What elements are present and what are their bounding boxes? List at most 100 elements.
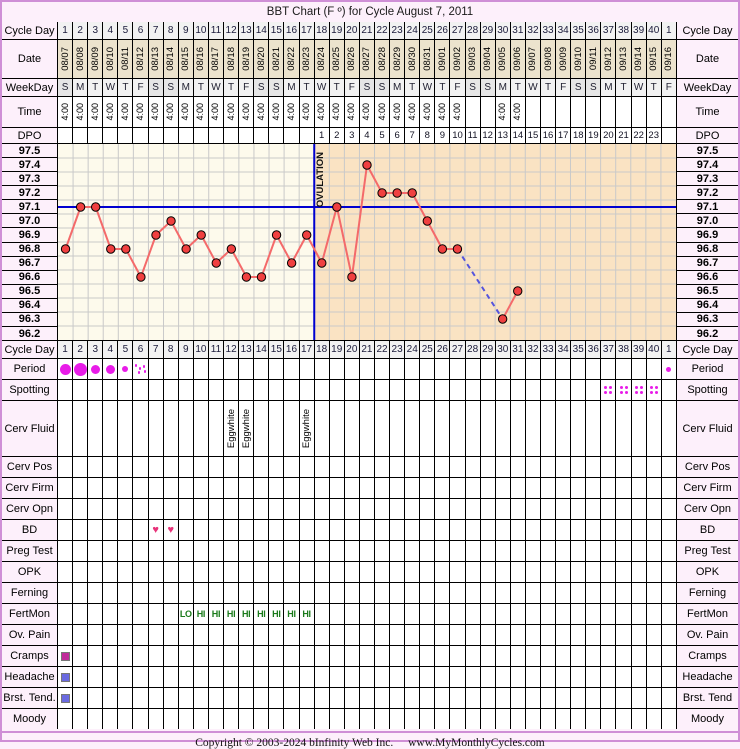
preg-test-cell[interactable] [495,541,511,561]
dpo-cell[interactable]: 13 [495,128,511,143]
dpo-cell[interactable]: 21 [616,128,632,143]
bd-cell[interactable] [495,520,511,540]
cramps-cell[interactable] [163,646,179,666]
brst-tend-cell[interactable] [495,688,511,708]
dpo-cell[interactable] [58,128,74,143]
weekday-cell[interactable]: T [193,79,209,96]
cramps-cell[interactable] [465,646,481,666]
brst-tend-cell[interactable] [390,688,406,708]
preg-test-cell[interactable] [88,541,104,561]
cerv-opn-cell[interactable] [329,499,345,519]
dpo-cell[interactable]: 4 [359,128,375,143]
brst-tend-cell[interactable] [193,688,209,708]
ov-pain-cell[interactable] [299,625,315,645]
brst-tend-cell[interactable] [510,688,526,708]
time-cell[interactable] [646,97,662,127]
dpo-cell[interactable] [208,128,225,143]
opk-cell[interactable] [329,562,345,582]
cerv-pos-cell[interactable] [525,457,541,477]
brst-tend-cell[interactable] [646,688,662,708]
spotting-cell[interactable] [299,380,315,400]
fertmon-cell[interactable]: HI [269,604,285,624]
date-cell[interactable]: 09/06 [510,40,526,78]
preg-test-cell[interactable] [148,541,164,561]
cerv-firm-cell[interactable] [254,478,270,498]
ov-pain-cell[interactable] [163,625,179,645]
time-cell[interactable] [525,97,541,127]
brst-tend-cell[interactable] [541,688,557,708]
cerv-opn-cell[interactable] [163,499,179,519]
cycle-day-cell[interactable]: 27 [450,22,466,39]
cycle-day-cell[interactable]: 16 [284,22,300,39]
opk-cell[interactable] [118,562,134,582]
cramps-cell[interactable] [435,646,451,666]
bd-cell[interactable] [510,520,526,540]
brst-tend-cell[interactable] [178,688,194,708]
ferning-cell[interactable] [541,583,557,603]
headache-cell[interactable] [541,667,557,687]
cycle-day-cell[interactable]: 12 [224,22,240,39]
fertmon-cell[interactable] [405,604,421,624]
preg-test-cell[interactable] [390,541,406,561]
cerv-pos-cell[interactable] [420,457,436,477]
dpo-cell[interactable]: 12 [480,128,496,143]
ov-pain-cell[interactable] [58,625,74,645]
spotting-cell[interactable] [571,380,587,400]
period-cell[interactable] [465,359,481,379]
weekday-cell[interactable]: T [541,79,557,96]
date-cell[interactable]: 09/07 [525,40,541,78]
ferning-cell[interactable] [239,583,255,603]
headache-cell[interactable] [661,667,676,687]
cycle-day-cell[interactable]: 12 [224,341,240,358]
cycle-day-cell[interactable]: 29 [480,22,496,39]
time-cell[interactable]: 4:00 [148,97,164,127]
moody-cell[interactable] [239,709,255,729]
spotting-cell[interactable] [178,380,194,400]
cerv-opn-cell[interactable] [254,499,270,519]
time-cell[interactable]: 4:00 [103,97,119,127]
weekday-cell[interactable]: T [329,79,345,96]
time-cell[interactable]: 4:00 [359,97,375,127]
dpo-cell[interactable]: 6 [390,128,406,143]
brst-tend-cell[interactable] [299,688,315,708]
cerv-firm-cell[interactable] [208,478,225,498]
moody-cell[interactable] [601,709,617,729]
opk-cell[interactable] [556,562,572,582]
cerv-opn-cell[interactable] [541,499,557,519]
preg-test-cell[interactable] [525,541,541,561]
time-cell[interactable]: 4:00 [495,97,511,127]
cycle-day-cell[interactable]: 11 [208,341,225,358]
date-cell[interactable]: 09/04 [480,40,496,78]
spotting-cell[interactable] [224,380,240,400]
cramps-cell[interactable] [420,646,436,666]
cycle-day-cell[interactable]: 32 [525,22,541,39]
ov-pain-cell[interactable] [631,625,647,645]
cycle-day-cell[interactable]: 24 [405,341,421,358]
cramps-cell[interactable] [178,646,194,666]
moody-cell[interactable] [224,709,240,729]
headache-cell[interactable] [193,667,209,687]
fertmon-cell[interactable] [163,604,179,624]
cerv-fluid-cell[interactable] [193,401,209,456]
cycle-day-cell[interactable]: 11 [208,22,225,39]
ov-pain-cell[interactable] [435,625,451,645]
moody-cell[interactable] [329,709,345,729]
spotting-cell[interactable] [359,380,375,400]
cerv-firm-cell[interactable] [405,478,421,498]
fertmon-cell[interactable] [450,604,466,624]
moody-cell[interactable] [435,709,451,729]
brst-tend-cell[interactable] [58,688,74,708]
period-cell[interactable] [299,359,315,379]
time-cell[interactable] [586,97,602,127]
cramps-cell[interactable] [616,646,632,666]
date-cell[interactable]: 08/22 [284,40,300,78]
headache-cell[interactable] [254,667,270,687]
brst-tend-cell[interactable] [631,688,647,708]
preg-test-cell[interactable] [586,541,602,561]
bd-cell[interactable] [586,520,602,540]
cycle-day-cell[interactable]: 18 [314,22,330,39]
ov-pain-cell[interactable] [254,625,270,645]
fertmon-cell[interactable] [73,604,89,624]
date-cell[interactable]: 08/09 [88,40,104,78]
time-cell[interactable]: 4:00 [435,97,451,127]
